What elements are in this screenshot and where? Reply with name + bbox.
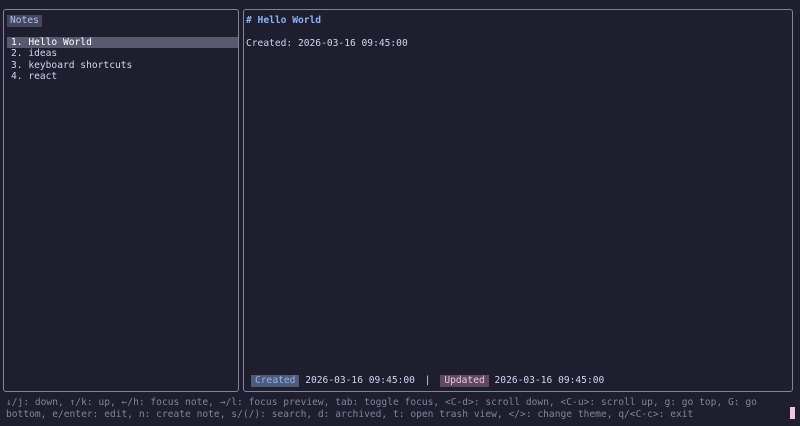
note-meta-bar: Created 2026-03-16 09:45:00 | Updated 20…: [251, 375, 604, 387]
keybinding-help-bar: ↓/j: down, ↑/k: up, ←/h: focus note, →/l…: [6, 397, 757, 420]
terminal-cursor: [790, 407, 795, 419]
meta-separator: |: [424, 375, 431, 386]
notes-panel[interactable]: Notes 1. Hello World 2. ideas 3. keyboar…: [3, 9, 239, 392]
updated-value: 2026-03-16 09:45:00: [494, 375, 605, 386]
notes-panel-title: Notes: [7, 15, 42, 27]
list-item-react[interactable]: 4. react: [7, 71, 238, 82]
terminal-screen: Notes 1. Hello World 2. ideas 3. keyboar…: [0, 0, 800, 426]
updated-badge: Updated: [440, 375, 489, 387]
note-heading: # Hello World: [246, 15, 322, 26]
created-value: 2026-03-16 09:45:00: [305, 375, 415, 386]
note-body-created-line: Created: 2026-03-16 09:45:00: [246, 38, 408, 49]
list-item-hello-world[interactable]: 1. Hello World: [7, 37, 238, 49]
preview-panel[interactable]: # Hello World Created: 2026-03-16 09:45:…: [243, 9, 793, 392]
list-item-keyboard-shortcuts[interactable]: 3. keyboard shortcuts: [7, 60, 238, 71]
note-list: 1. Hello World 2. ideas 3. keyboard shor…: [7, 37, 238, 83]
created-badge: Created: [251, 375, 300, 387]
list-item-ideas[interactable]: 2. ideas: [7, 48, 238, 59]
